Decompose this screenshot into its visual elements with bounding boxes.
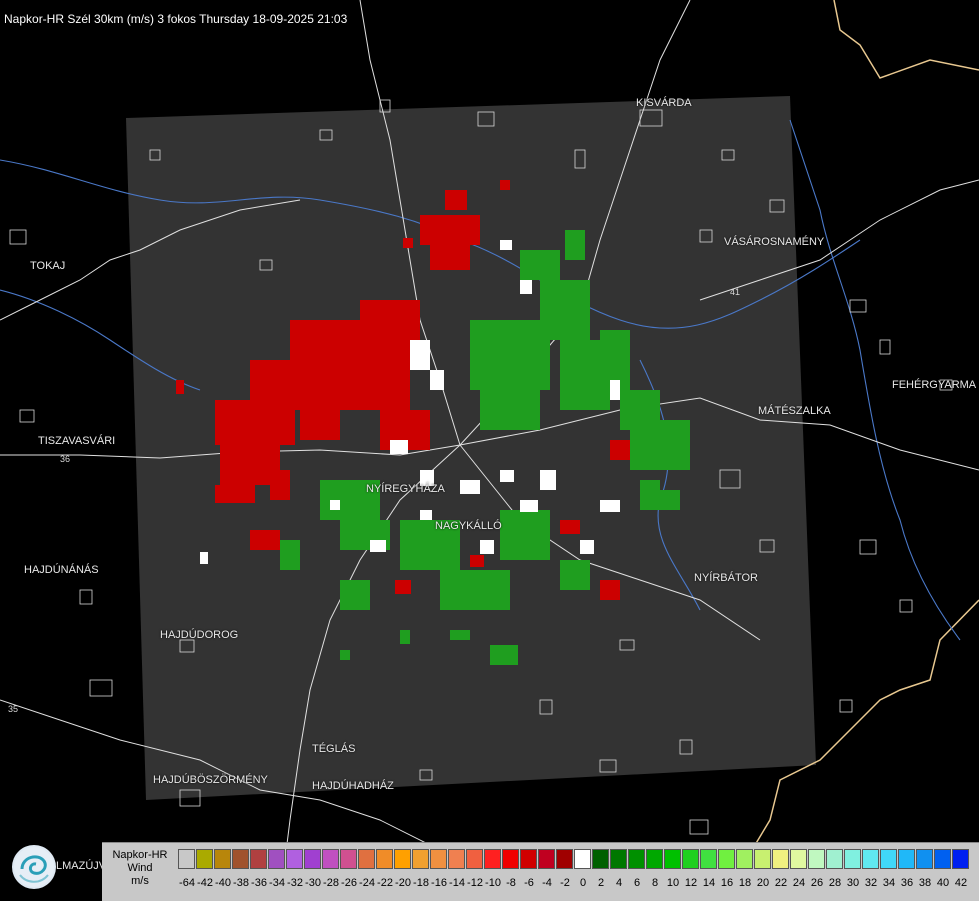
map-title: Napkor-HR Szél 30km (m/s) 3 fokos Thursd… [4,12,348,26]
napkor-logo-icon [12,845,56,889]
town-label-mateszalka: MÁTÉSZALKA [758,405,831,417]
legend-title-line2: Wind [127,862,153,874]
legend-swatch [844,849,861,869]
legend-swatch [376,849,393,869]
legend-swatch [268,849,285,869]
town-label-teglas: TÉGLÁS [312,743,356,755]
town-label-nagykallo: NAGYKÁLLÓ [435,520,502,532]
legend-swatch [682,849,699,869]
legend-swatch [232,849,249,869]
legend-swatch [286,849,303,869]
legend-swatch [610,849,627,869]
town-label-vasarosnameny: VÁSÁROSNAMÉNY [724,236,825,248]
legend-title-line1: Napkor-HR [112,849,168,861]
town-label-tokaj: TOKAJ [30,260,66,272]
legend-swatch [772,849,789,869]
legend-unit: m/s [131,875,149,887]
legend-swatch [880,849,897,869]
town-label-nyiregyhaza: NYÍREGYHÁZA [366,483,445,495]
legend-tick: 42 [954,877,968,889]
road-number-label: 36 [60,454,70,464]
legend-swatch [322,849,339,869]
town-label-hajduhadhaz: HAJDÚHADHÁZ [312,780,394,792]
legend-color-scale [178,849,970,871]
legend-swatch [790,849,807,869]
legend-swatch [556,849,573,869]
legend-swatch [628,849,645,869]
legend-swatch [826,849,843,869]
legend-title: Napkor-HR Wind m/s [108,849,172,888]
legend-swatch [340,849,357,869]
wind-legend: Napkor-HR Wind m/s -64 -42 -40 -38 -36 -34 -32… [102,842,979,901]
legend-swatch [502,849,519,869]
legend-swatch [754,849,771,869]
legend-swatch [916,849,933,869]
legend-swatch [934,849,951,869]
legend-swatch [196,849,213,869]
town-label-hajdunanas: HAJDÚNÁNÁS [24,564,99,576]
town-label-kisvarda: KISVÁRDA [636,97,692,109]
legend-swatch [574,849,591,869]
legend-swatch [430,849,447,869]
legend-swatch [538,849,555,869]
legend-swatch [466,849,483,869]
legend-swatch [412,849,429,869]
town-label-hajduboszormeny: HAJDÚBÖSZÖRMÉNY [153,774,268,786]
town-label-hajdudorog: HAJDÚDOROG [160,629,239,641]
legend-swatch [862,849,879,869]
legend-swatch [250,849,267,869]
legend-swatch [700,849,717,869]
legend-swatch [448,849,465,869]
legend-swatch [520,849,537,869]
legend-swatch [592,849,609,869]
legend-swatch [304,849,321,869]
legend-swatch [736,849,753,869]
legend-swatch [214,849,231,869]
legend-swatch [664,849,681,869]
town-label-nyirbator: NYÍRBÁTOR [694,572,758,584]
legend-swatch [952,849,969,869]
legend-swatch [808,849,825,869]
legend-swatch [394,849,411,869]
legend-swatch [178,849,195,869]
legend-swatch [484,849,501,869]
road-number-label: 41 [730,287,740,297]
legend-swatch [358,849,375,869]
legend-swatch [646,849,663,869]
town-label-tiszavasvari: TISZAVASVÁRI [38,435,116,447]
road-number-label: 35 [8,704,18,714]
legend-swatch [718,849,735,869]
legend-swatch [898,849,915,869]
radar-map: 36 35 41 [0,0,979,900]
town-label-fehergyarmat: FEHÉRGYARMA [892,379,977,391]
